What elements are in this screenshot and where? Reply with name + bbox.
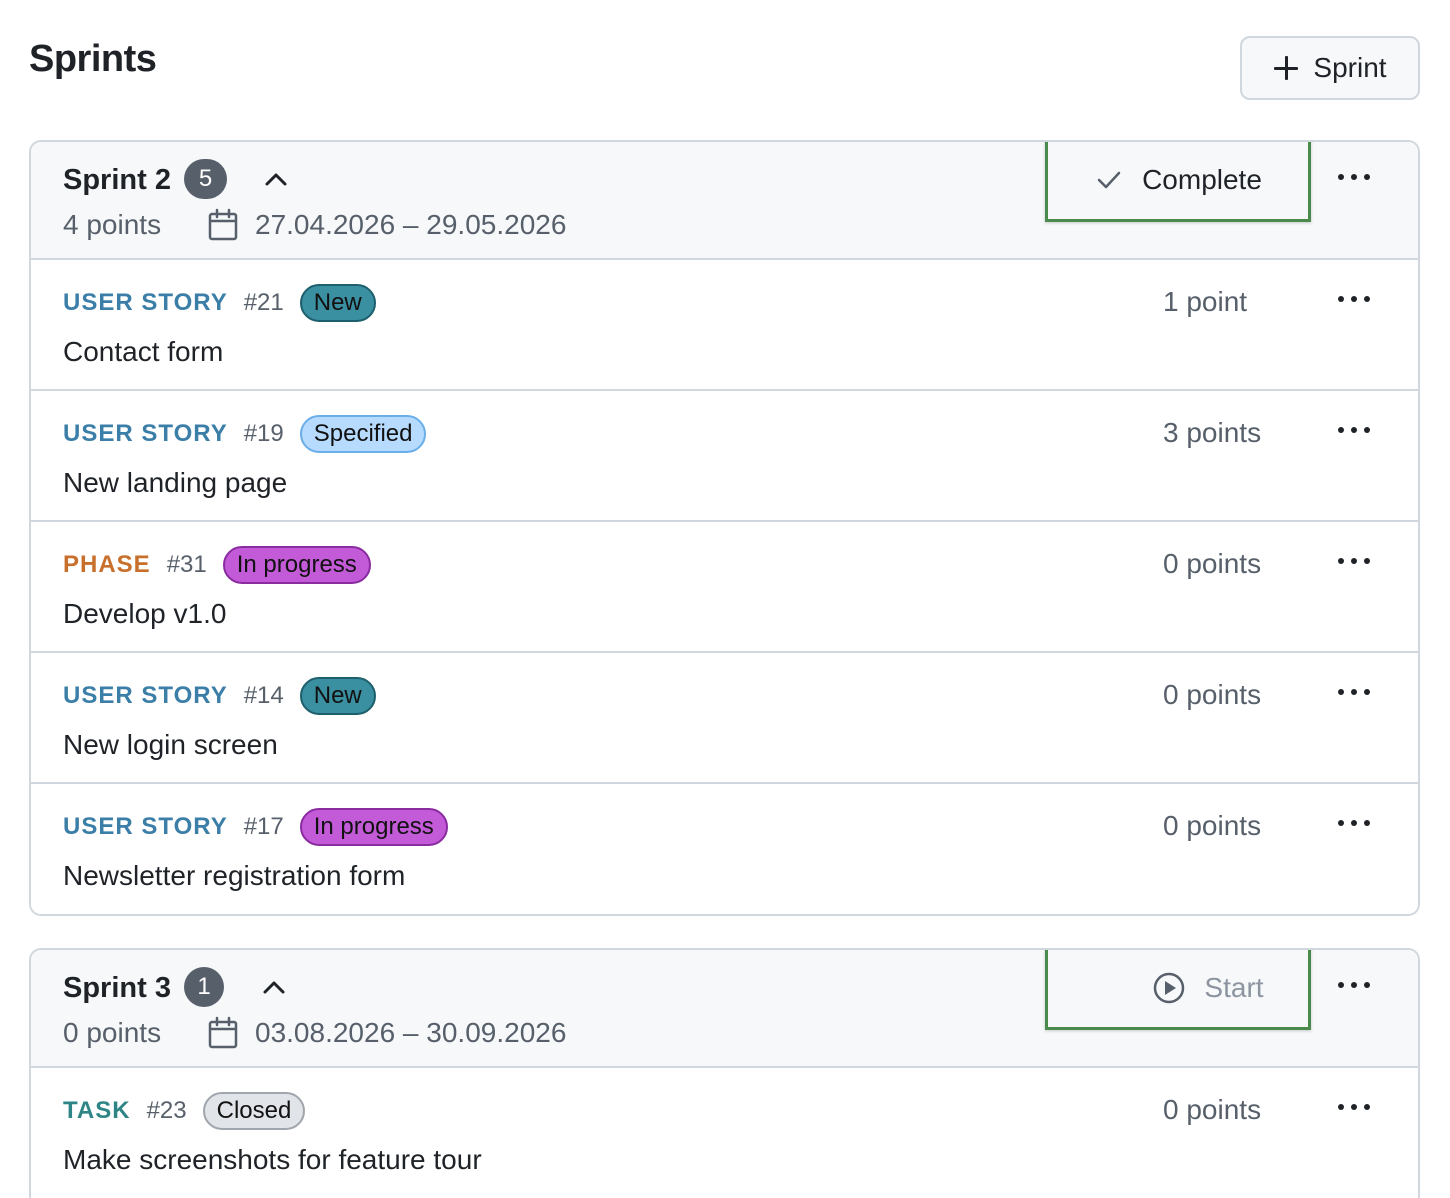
calendar-icon <box>208 208 238 241</box>
item-type[interactable]: USER STORY <box>63 420 228 448</box>
item-id[interactable]: #17 <box>244 813 284 841</box>
status-badge[interactable]: Specified <box>299 415 427 453</box>
status-badge[interactable]: New <box>299 677 376 715</box>
backlog-item[interactable]: USER STORY #17 In progress Newsletter re… <box>31 784 1418 914</box>
item-type[interactable]: TASK <box>63 1097 131 1125</box>
collapse-button[interactable] <box>257 970 291 1004</box>
plus-icon <box>1273 55 1299 81</box>
sprint-points: 4 points <box>63 209 162 240</box>
item-type[interactable]: PHASE <box>63 551 151 579</box>
sprint-card: Sprint 3 1 0 points 03.08.2026 – 30.09.2… <box>29 948 1420 1198</box>
add-sprint-button[interactable]: Sprint <box>1240 36 1420 100</box>
calendar-icon <box>208 1016 238 1049</box>
item-points: 0 points <box>1163 810 1262 841</box>
more-horizontal-icon <box>1338 174 1370 180</box>
item-count-badge: 5 <box>184 159 227 199</box>
item-type[interactable]: USER STORY <box>63 813 228 841</box>
item-menu-button[interactable] <box>1329 415 1379 445</box>
item-points: 0 points <box>1163 548 1262 579</box>
item-meta: USER STORY #19 Specified <box>63 415 427 453</box>
item-menu-button[interactable] <box>1329 1092 1379 1122</box>
item-meta: TASK #23 Closed <box>63 1092 306 1130</box>
page-title: Sprints <box>29 38 157 80</box>
check-icon <box>1097 171 1121 189</box>
status-badge[interactable]: In progress <box>299 808 448 846</box>
item-meta: USER STORY #17 In progress <box>63 808 448 846</box>
item-meta: USER STORY #14 New <box>63 677 376 715</box>
complete-label: Complete <box>1142 164 1262 195</box>
item-type[interactable]: USER STORY <box>63 289 228 317</box>
item-subject[interactable]: Make screenshots for feature tour <box>63 1144 482 1176</box>
item-subject[interactable]: Contact form <box>63 336 223 368</box>
item-subject[interactable]: New landing page <box>63 467 287 499</box>
backlog-item[interactable]: USER STORY #21 New Contact form 1 point <box>31 260 1418 391</box>
sprint-menu-button[interactable] <box>1329 162 1379 192</box>
item-meta: USER STORY #21 New <box>63 284 376 322</box>
more-horizontal-icon <box>1338 689 1370 695</box>
item-menu-button[interactable] <box>1329 808 1379 838</box>
sprint-card: Sprint 2 5 4 points 27.04.2026 – 29.05.2… <box>29 140 1420 916</box>
status-badge[interactable]: New <box>299 284 376 322</box>
sprint-header: Sprint 2 5 4 points 27.04.2026 – 29.05.2… <box>31 142 1418 260</box>
item-menu-button[interactable] <box>1329 546 1379 576</box>
item-menu-button[interactable] <box>1329 284 1379 314</box>
item-points: 3 points <box>1163 417 1262 448</box>
start-label: Start <box>1204 972 1264 1003</box>
item-menu-button[interactable] <box>1329 677 1379 707</box>
item-points: 0 points <box>1163 1094 1262 1125</box>
sprint-name: Sprint 3 <box>63 972 171 1004</box>
chevron-up-icon <box>265 173 287 186</box>
sprint-header: Sprint 3 1 0 points 03.08.2026 – 30.09.2… <box>31 950 1418 1068</box>
sprint-menu-button[interactable] <box>1329 970 1379 1000</box>
item-id[interactable]: #31 <box>167 551 207 579</box>
item-subject[interactable]: New login screen <box>63 729 278 761</box>
item-count-badge: 1 <box>184 967 224 1007</box>
add-sprint-label: Sprint <box>1313 52 1387 83</box>
backlog-item[interactable]: USER STORY #14 New New login screen 0 po… <box>31 653 1418 784</box>
chevron-up-icon <box>263 981 285 994</box>
item-type[interactable]: USER STORY <box>63 682 228 710</box>
collapse-button[interactable] <box>259 162 293 196</box>
play-circle-icon <box>1154 972 1185 1004</box>
start-sprint-button[interactable]: Start <box>1045 950 1311 1030</box>
sprint-dates: 03.08.2026 – 30.09.2026 <box>255 1017 567 1048</box>
backlog-item[interactable]: TASK #23 Closed Make screenshots for fea… <box>31 1068 1418 1198</box>
item-points: 1 point <box>1163 286 1248 317</box>
item-points: 0 points <box>1163 679 1262 710</box>
item-subject[interactable]: Develop v1.0 <box>63 598 226 630</box>
more-horizontal-icon <box>1338 820 1370 826</box>
backlog-item[interactable]: USER STORY #19 Specified New landing pag… <box>31 391 1418 522</box>
status-badge[interactable]: Closed <box>202 1092 306 1130</box>
sprints-page: Sprints Sprint Sprint 2 5 4 points 27.04… <box>0 0 1450 1198</box>
more-horizontal-icon <box>1338 558 1370 564</box>
item-id[interactable]: #19 <box>244 420 284 448</box>
sprint-dates: 27.04.2026 – 29.05.2026 <box>255 209 567 240</box>
item-id[interactable]: #14 <box>244 682 284 710</box>
sprint-name: Sprint 2 <box>63 164 171 196</box>
backlog-item[interactable]: PHASE #31 In progress Develop v1.0 0 poi… <box>31 522 1418 653</box>
more-horizontal-icon <box>1338 296 1370 302</box>
more-horizontal-icon <box>1338 1104 1370 1110</box>
complete-sprint-button[interactable]: Complete <box>1045 142 1311 222</box>
more-horizontal-icon <box>1338 982 1370 988</box>
more-horizontal-icon <box>1338 427 1370 433</box>
item-id[interactable]: #23 <box>147 1097 187 1125</box>
status-badge[interactable]: In progress <box>222 546 371 584</box>
item-subject[interactable]: Newsletter registration form <box>63 860 405 892</box>
item-id[interactable]: #21 <box>244 289 284 317</box>
sprint-points: 0 points <box>63 1017 162 1048</box>
item-meta: PHASE #31 In progress <box>63 546 371 584</box>
